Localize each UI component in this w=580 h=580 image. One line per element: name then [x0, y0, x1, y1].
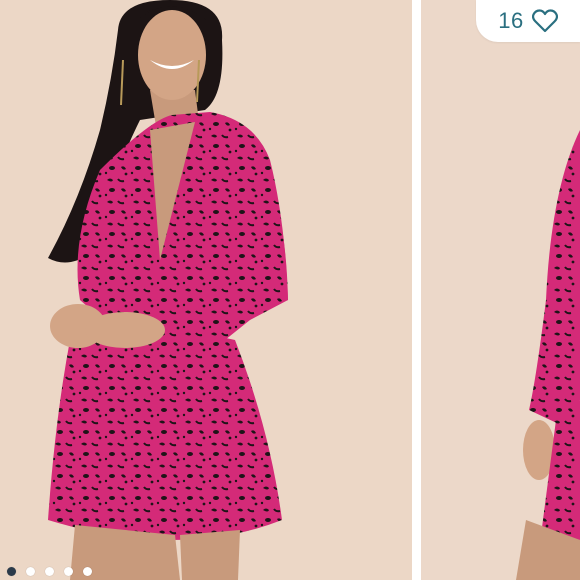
like-count: 16 — [498, 8, 524, 33]
product-photo-1[interactable] — [0, 0, 412, 580]
like-button[interactable]: 16 — [476, 0, 580, 42]
carousel-dot-2[interactable] — [26, 566, 35, 576]
carousel-dot-3[interactable] — [45, 566, 54, 576]
carousel-pagination — [7, 564, 92, 578]
carousel-dot-1[interactable] — [7, 566, 16, 576]
second-product-image — [421, 0, 580, 580]
model-in-leopard-dress-image — [0, 0, 412, 580]
carousel-dot-4[interactable] — [64, 566, 73, 576]
product-photo-2[interactable] — [421, 0, 580, 580]
heart-outline-icon — [531, 9, 558, 33]
photo-carousel[interactable]: 16 — [0, 0, 580, 580]
carousel-dot-5[interactable] — [83, 566, 92, 576]
